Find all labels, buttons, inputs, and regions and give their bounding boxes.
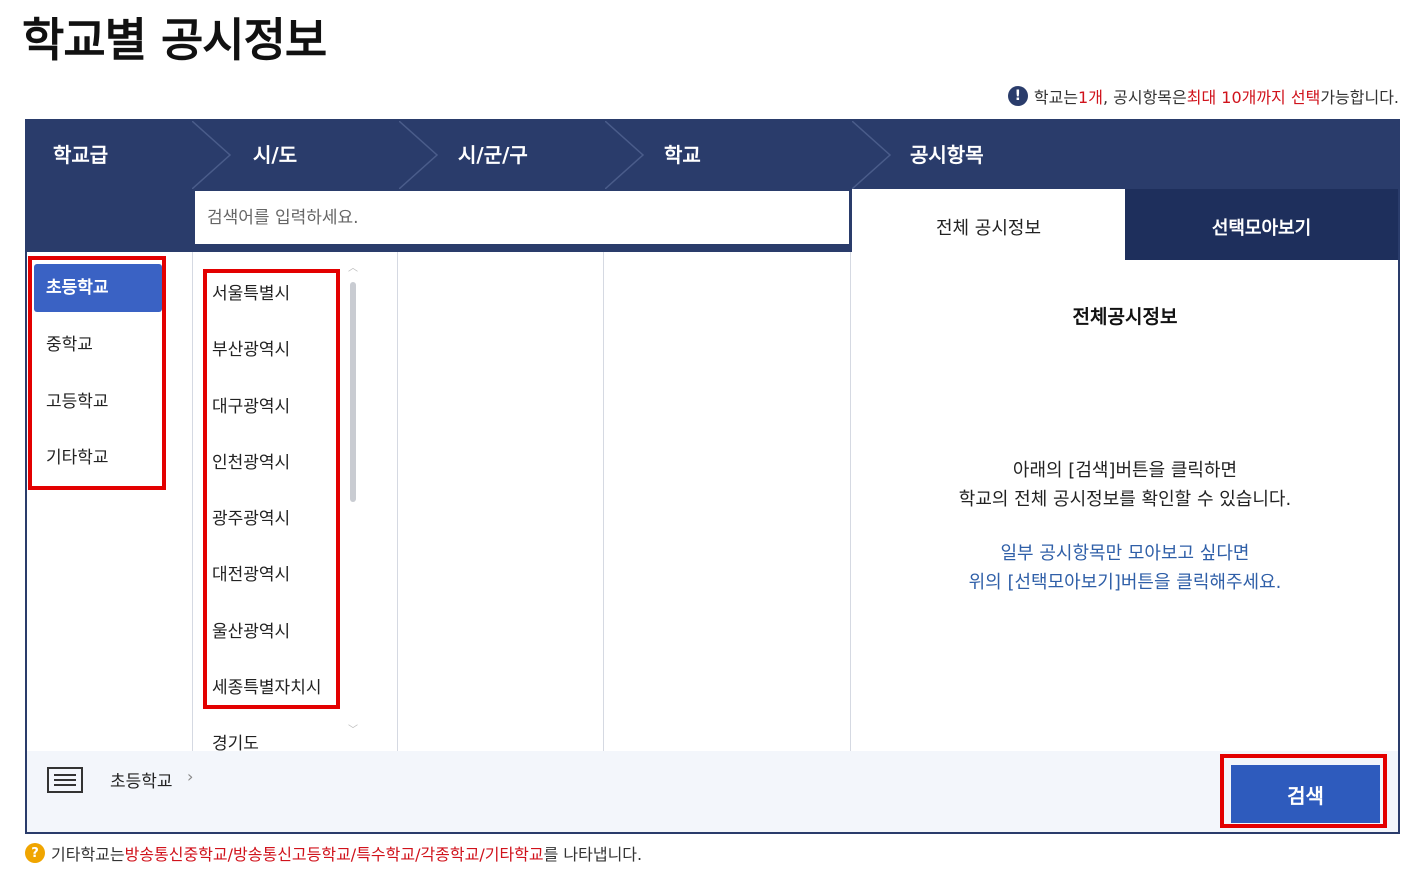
- province-list: 서울특별시 부산광역시 대구광역시 인천광역시 광주광역시 대전광역시 울산광역…: [192, 252, 397, 751]
- search-row: [192, 189, 852, 252]
- info-title: 전체공시정보: [1072, 306, 1178, 328]
- tab-all-disclosure[interactable]: 전체 공시정보: [852, 189, 1125, 260]
- tab-select-view[interactable]: 선택모아보기: [1125, 189, 1398, 260]
- list-icon: [47, 767, 83, 793]
- notice-text-3: 가능합니다.: [1320, 88, 1399, 107]
- column-divider: [397, 252, 398, 751]
- list-item[interactable]: 울산광역시: [212, 617, 290, 642]
- notice-text-1: 학교는: [1033, 88, 1079, 107]
- step-school: 학교: [664, 143, 701, 167]
- chevron-right-icon: [605, 121, 645, 189]
- info-hint-1: 일부 공시항목만 모아보고 싶다면: [1000, 543, 1250, 564]
- footer-text-2: 를 나타냅니다.: [543, 845, 643, 864]
- step-bar: 학교급 시/도 시/군/구 학교 공시항목: [27, 121, 1398, 189]
- step-province: 시/도: [253, 143, 298, 167]
- column-divider: [850, 252, 851, 751]
- footer-text-1: 기타학교는: [51, 845, 125, 864]
- chevron-right-icon: [192, 121, 232, 189]
- selection-bar: 초등학교 ›: [27, 751, 1398, 832]
- scroll-thumb[interactable]: [350, 282, 356, 502]
- notice-item-limit: 최대 10개까지 선택: [1186, 88, 1321, 107]
- scroll-up-icon[interactable]: ︿: [348, 264, 358, 274]
- search-input[interactable]: [195, 191, 849, 244]
- scroll-down-icon[interactable]: ﹀: [348, 726, 358, 736]
- column-divider: [603, 252, 604, 751]
- province-scrollbar[interactable]: ︿ ﹀: [348, 262, 358, 736]
- list-item[interactable]: 세종특별자치시: [212, 673, 321, 698]
- notice-school-count: 1개: [1078, 88, 1103, 107]
- info-line-1: 아래의 [검색]버튼을 클릭하면: [1012, 460, 1238, 481]
- level-item-high[interactable]: 고등학교: [34, 378, 162, 426]
- list-item[interactable]: 인천광역시: [212, 448, 290, 473]
- step-disclosure-items: 공시항목: [910, 143, 984, 167]
- footer-school-types: 방송통신중학교/방송통신고등학교/특수학교/각종학교/기타학교: [124, 845, 544, 864]
- selected-level-crumb: 초등학교: [110, 772, 173, 792]
- step-school-level: 학교급: [53, 143, 109, 167]
- search-panel: 학교급 시/도 시/군/구 학교 공시항목 초등학교 중학교 고등학교 기타학교…: [25, 119, 1400, 834]
- list-item[interactable]: 대전광역시: [212, 560, 290, 585]
- step-district: 시/군/구: [458, 143, 528, 167]
- level-item-middle[interactable]: 중학교: [34, 321, 162, 369]
- list-item[interactable]: 대구광역시: [212, 392, 290, 417]
- chevron-right-icon: [852, 121, 892, 189]
- info-line-2: 학교의 전체 공시정보를 확인할 수 있습니다.: [958, 489, 1292, 510]
- notice-text-2: , 공시항목은: [1102, 88, 1187, 107]
- list-item[interactable]: 서울특별시: [212, 279, 290, 304]
- list-item[interactable]: 경기도: [212, 729, 259, 751]
- level-item-other[interactable]: 기타학교: [34, 434, 162, 482]
- exclamation-icon: !: [1007, 86, 1028, 106]
- question-icon: ?: [25, 843, 45, 863]
- header-filler: [27, 189, 192, 252]
- chevron-right-icon: [399, 121, 439, 189]
- info-hint-2: 위의 [선택모아보기]버튼을 클릭해주세요.: [968, 572, 1282, 593]
- footer-note: ? 기타학교는 방송통신중학교/방송통신고등학교/특수학교/각종학교/기타학교 …: [25, 841, 642, 865]
- selection-notice: ! 학교는 1개 , 공시항목은 최대 10개까지 선택 가능합니다.: [1007, 84, 1399, 108]
- search-button[interactable]: 검색: [1231, 765, 1380, 823]
- page-title: 학교별 공시정보: [22, 13, 327, 67]
- info-area: 전체공시정보 아래의 [검색]버튼을 클릭하면 학교의 전체 공시정보를 확인할…: [852, 260, 1398, 751]
- chevron-right-icon: ›: [187, 767, 194, 786]
- list-item[interactable]: 부산광역시: [212, 335, 290, 360]
- list-item[interactable]: 광주광역시: [212, 504, 290, 529]
- level-item-elementary[interactable]: 초등학교: [34, 264, 162, 312]
